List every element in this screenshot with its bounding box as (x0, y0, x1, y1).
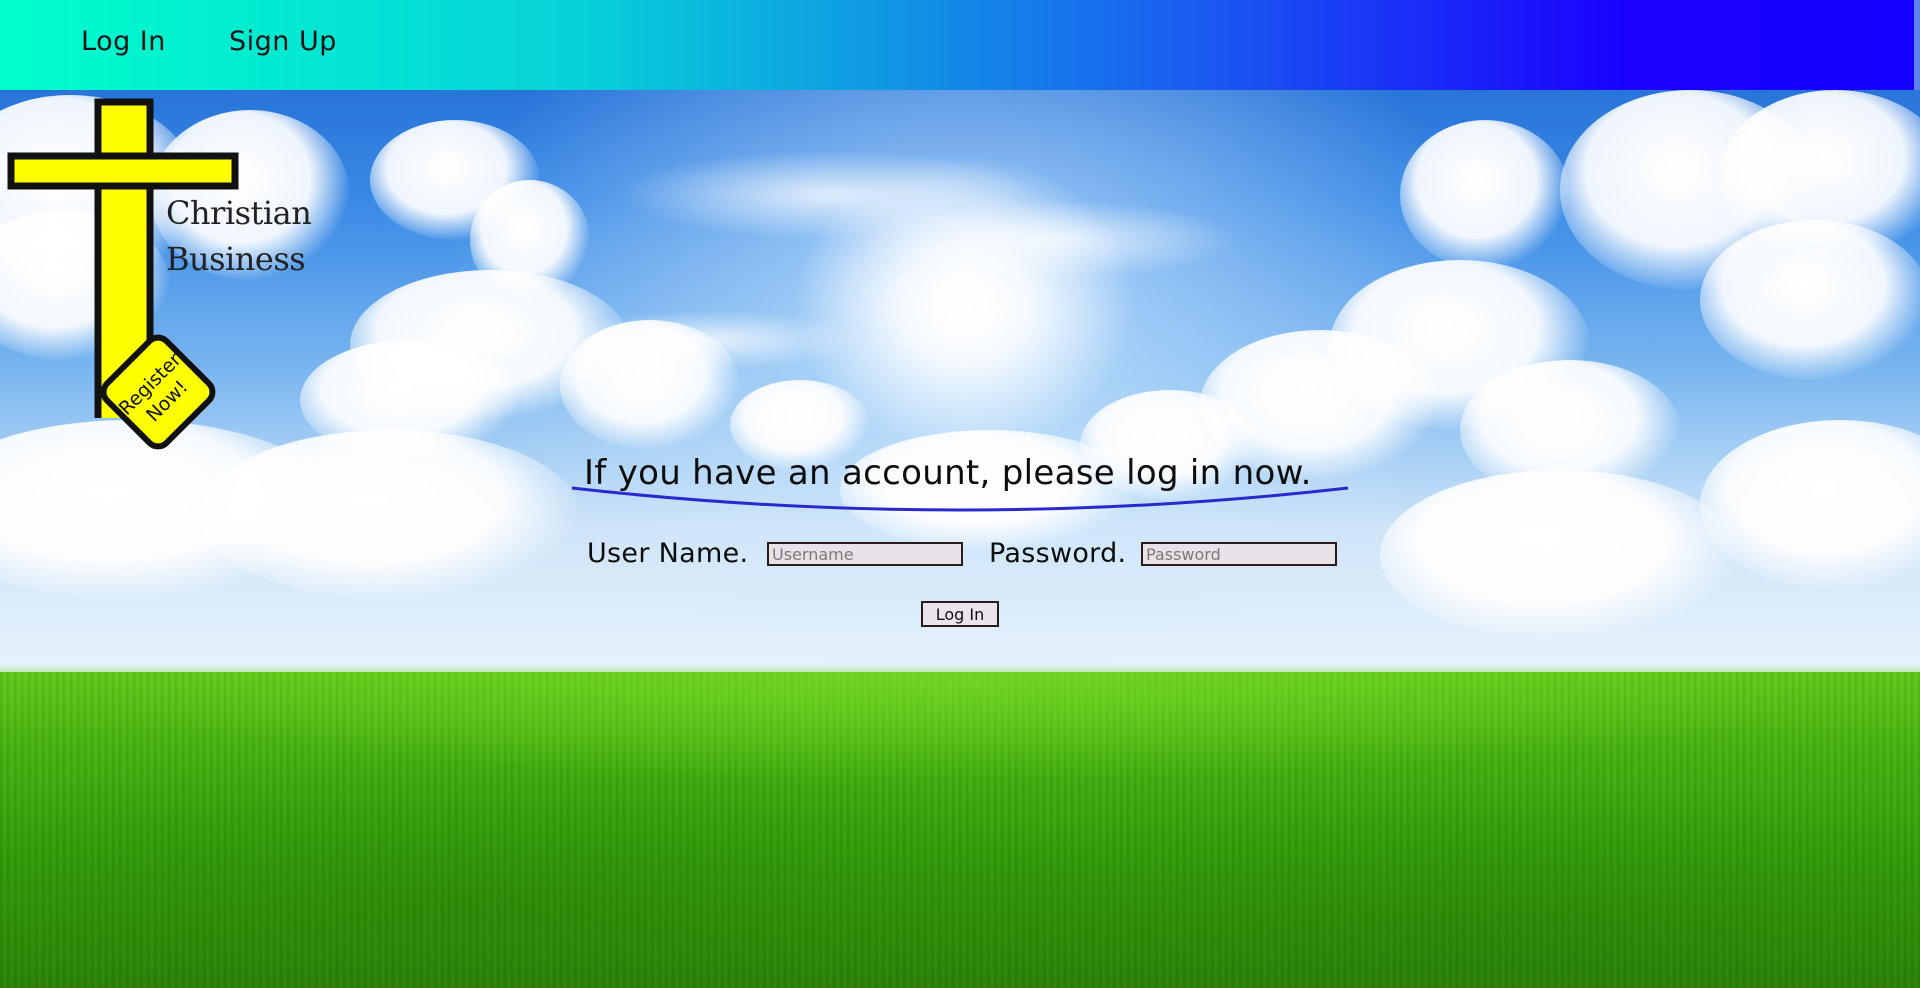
username-label: User Name. (587, 538, 749, 569)
password-label: Password. (989, 538, 1127, 569)
password-input[interactable] (1141, 542, 1337, 566)
grass-field (0, 672, 1920, 988)
username-input[interactable] (767, 542, 963, 566)
top-navbar: Log In Sign Up (0, 0, 1914, 90)
navbar-edge (1914, 0, 1920, 90)
page: Log In Sign Up Christian Business Regist… (0, 0, 1920, 988)
register-now-badge[interactable]: Register Now! (99, 333, 217, 451)
nav-login-link[interactable]: Log In (81, 26, 166, 57)
logo-text-line1: Christian (166, 194, 312, 232)
nav-signup-link[interactable]: Sign Up (229, 26, 337, 57)
login-submit-button[interactable]: Log In (921, 601, 999, 627)
register-badge-shape: Register Now! (100, 334, 216, 450)
heading-underline (571, 486, 1349, 512)
logo-text-line2: Business (166, 240, 306, 278)
